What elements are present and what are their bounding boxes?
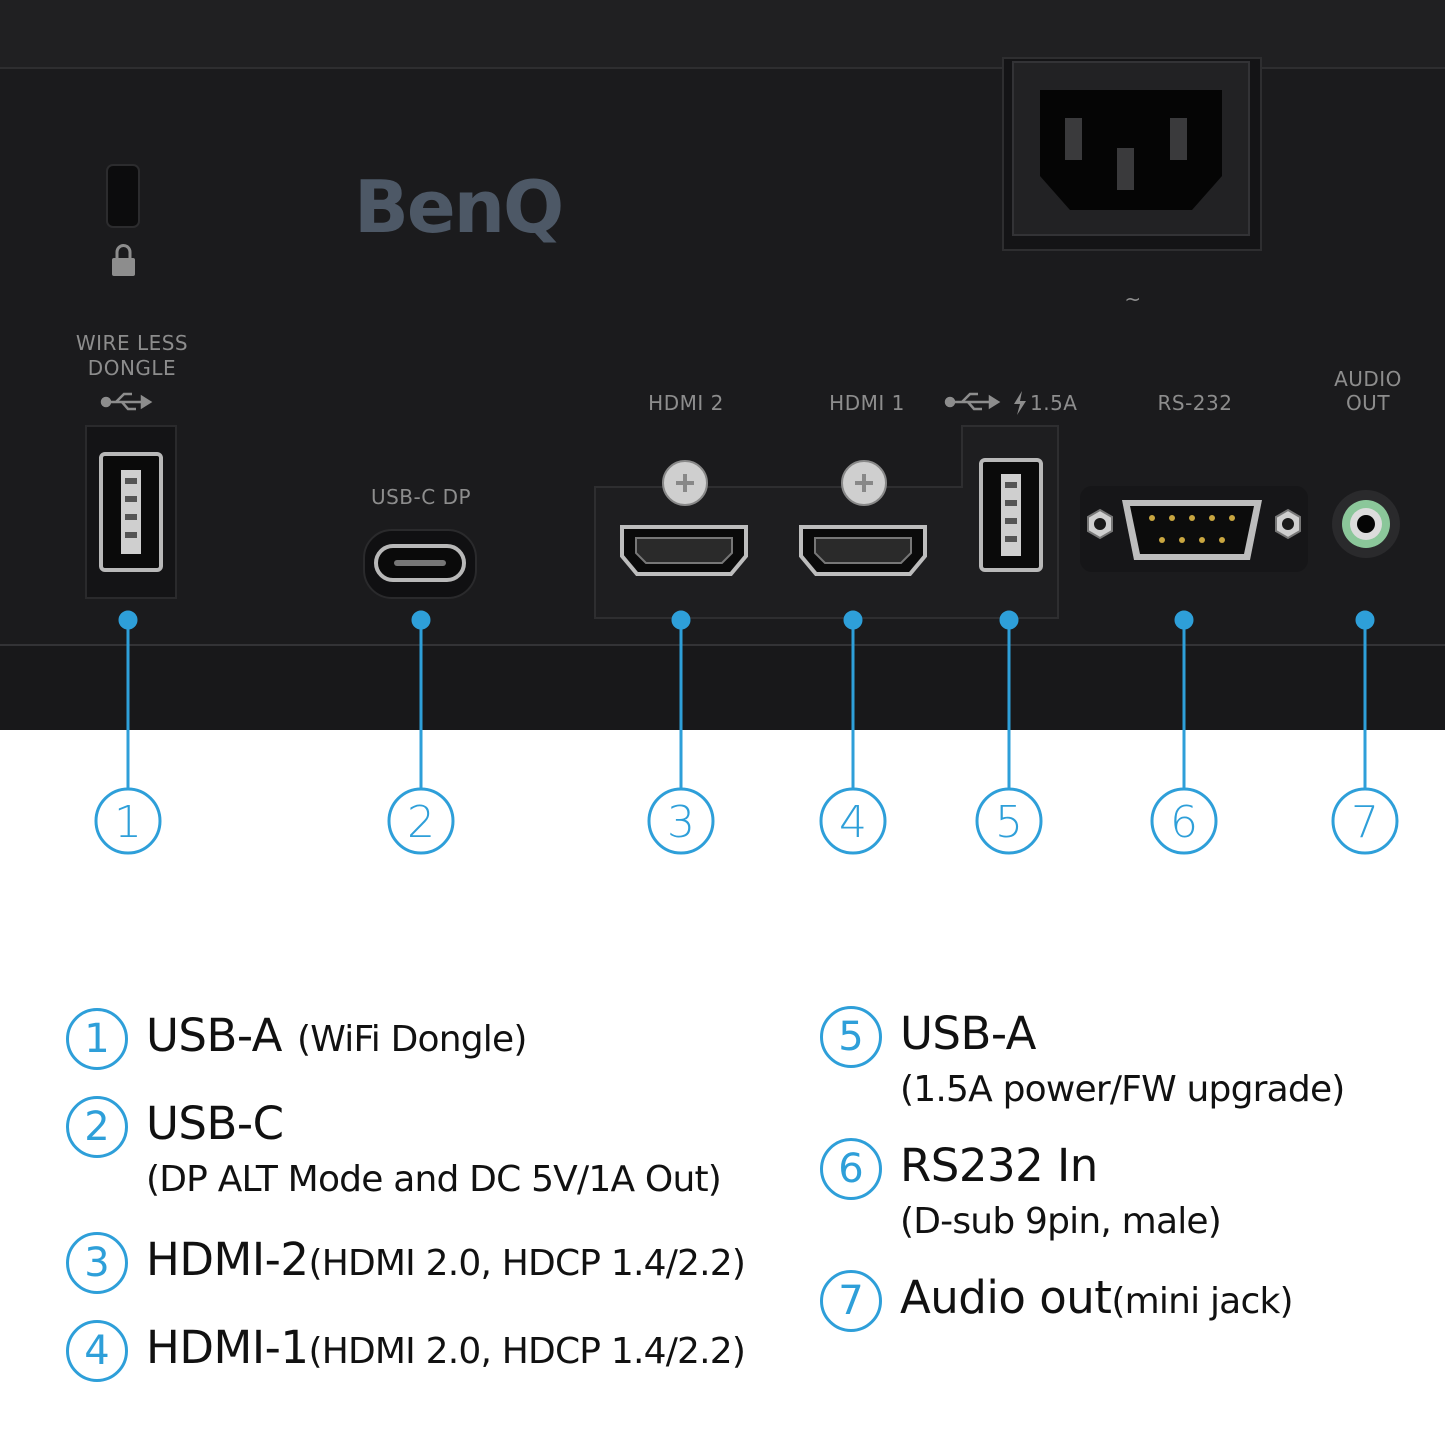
legend-title: HDMI-1 — [146, 1321, 309, 1374]
legend-item-1: 1 USB-A (WiFi Dongle) — [66, 1008, 527, 1070]
legend-number: 5 — [820, 1006, 882, 1068]
legend-title: USB-A — [146, 1009, 282, 1062]
callout-number-4: 4 — [839, 797, 867, 848]
label-rs232: RS-232 — [1158, 391, 1233, 415]
legend-item-4: 4 HDMI-1(HDMI 2.0, HDCP 1.4/2.2) — [66, 1320, 746, 1382]
ac-power-inlet — [1002, 57, 1262, 251]
label-wireless-line1: WIRE LESS — [76, 331, 188, 355]
legend-detail: (WiFi Dongle) — [297, 1019, 527, 1060]
audio-out-jack — [1332, 490, 1400, 558]
label-wireless-line2: DONGLE — [88, 356, 176, 380]
legend-item-5: 5 USB-A (1.5A power/FW upgrade) — [820, 1006, 1345, 1118]
legend-item-3: 3 HDMI-2(HDMI 2.0, HDCP 1.4/2.2) — [66, 1232, 746, 1294]
legend-item-6: 6 RS232 In (D-sub 9pin, male) — [820, 1138, 1222, 1250]
legend-item-2: 2 USB-C (DP ALT Mode and DC 5V/1A Out) — [66, 1096, 722, 1208]
legend-title: HDMI-2 — [146, 1233, 309, 1286]
callout-number-1: 1 — [114, 797, 142, 848]
legend-detail: (1.5A power/FW upgrade) — [900, 1069, 1345, 1110]
legend-title: USB-C — [146, 1097, 284, 1150]
label-audio-line2: OUT — [1346, 391, 1390, 415]
benq-logo: BenQ — [354, 165, 562, 249]
legend-number: 6 — [820, 1138, 882, 1200]
legend-title: USB-A — [900, 1007, 1036, 1060]
callout-number-7: 7 — [1351, 797, 1379, 848]
label-audio-line1: AUDIO — [1334, 367, 1402, 391]
callout-number-6: 6 — [1170, 797, 1198, 848]
legend-number: 7 — [820, 1270, 882, 1332]
legend-detail: (D-sub 9pin, male) — [900, 1201, 1222, 1242]
kensington-lock-slot — [106, 164, 140, 228]
usb-a-dongle-port — [85, 425, 177, 599]
projector-rear-panel: BenQ ~ WIRE LESS DONGLE USB-C DP HDMI 2 … — [0, 0, 1445, 730]
callout-number-5: 5 — [995, 797, 1023, 848]
legend-detail: (DP ALT Mode and DC 5V/1A Out) — [146, 1159, 722, 1200]
legend-title: Audio out — [900, 1271, 1112, 1324]
legend-detail: (HDMI 2.0, HDCP 1.4/2.2) — [308, 1331, 746, 1372]
callout-markers: 1 2 3 4 5 6 7 — [94, 730, 1399, 855]
legend-number: 1 — [66, 1008, 128, 1070]
callout-number-3: 3 — [667, 797, 695, 848]
legend-item-7: 7 Audio out(mini jack) — [820, 1270, 1294, 1332]
usb-c-port — [363, 529, 477, 599]
legend-detail: (mini jack) — [1111, 1281, 1293, 1322]
label-hdmi1: HDMI 1 — [829, 391, 905, 415]
legend-number: 3 — [66, 1232, 128, 1294]
label-usb-power: 1.5A — [1030, 391, 1078, 415]
callout-number-2: 2 — [407, 797, 435, 848]
legend-number: 4 — [66, 1320, 128, 1382]
ac-symbol: ~ — [1124, 287, 1141, 311]
legend-detail: (HDMI 2.0, HDCP 1.4/2.2) — [308, 1243, 746, 1284]
label-usbc-dp: USB-C DP — [371, 485, 471, 509]
legend-number: 2 — [66, 1096, 128, 1158]
label-hdmi2: HDMI 2 — [648, 391, 724, 415]
legend-title: RS232 In — [900, 1139, 1098, 1192]
usb-a-power-port — [979, 458, 1043, 572]
rs232-port — [1080, 486, 1308, 572]
